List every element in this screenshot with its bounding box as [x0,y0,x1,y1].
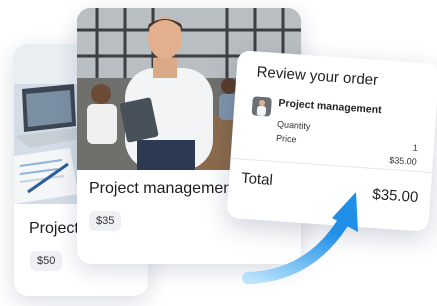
curved-arrow-icon [242,192,358,284]
stage: Project management $50 [0,0,437,306]
order-item-thumbnail [251,96,272,117]
order-title: Review your order [256,63,379,89]
total-label: Total [240,169,274,189]
order-item-name: Project management [278,97,382,117]
price-label: Price [275,133,297,145]
quantity-value: 1 [412,142,419,153]
total-value: $35.00 [371,185,419,207]
price-value: $35.00 [388,154,418,167]
price-badge-back: $50 [30,251,63,271]
price-badge-front: $35 [89,211,122,231]
quantity-label: Quantity [276,119,311,132]
